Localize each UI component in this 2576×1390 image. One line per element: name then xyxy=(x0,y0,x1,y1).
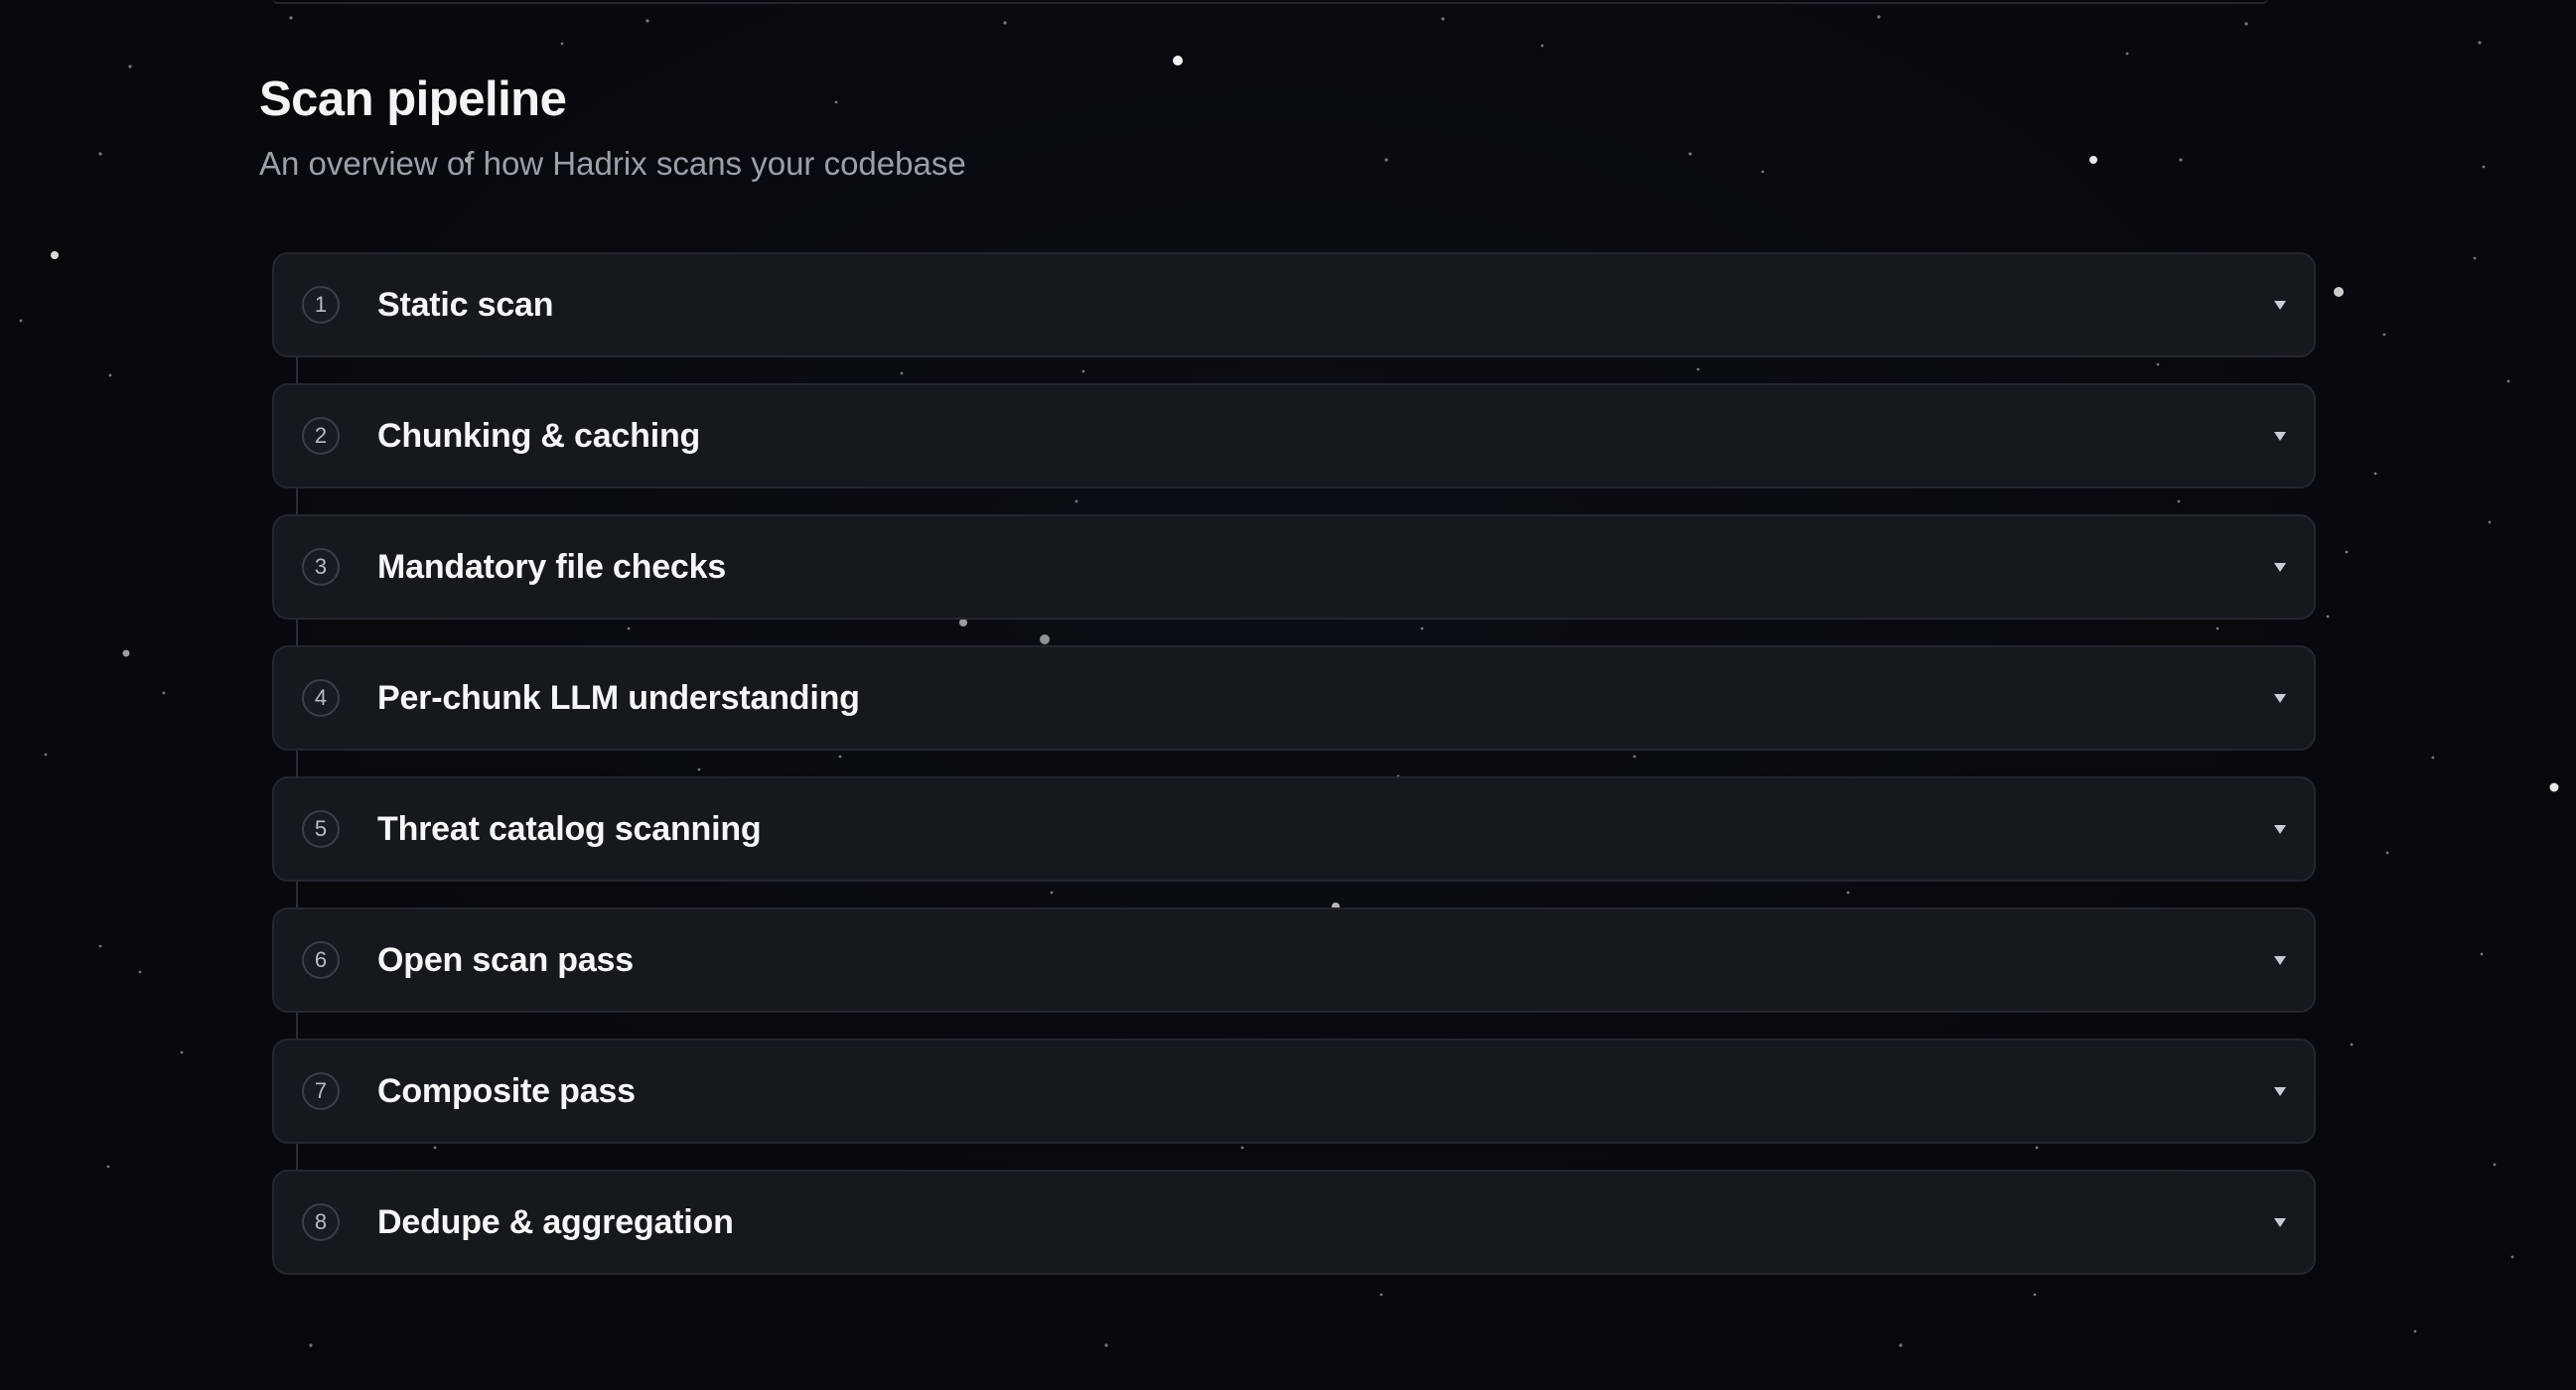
step-title: Threat catalog scanning xyxy=(377,809,762,848)
pipeline-step-dedupe-aggregation[interactable]: 8 Dedupe & aggregation xyxy=(272,1170,2316,1275)
step-number-badge: 2 xyxy=(302,417,340,455)
step-number-badge: 7 xyxy=(302,1072,340,1110)
pipeline-step-per-chunk-llm[interactable]: 4 Per-chunk LLM understanding xyxy=(272,645,2316,751)
chevron-down-icon[interactable] xyxy=(2274,1217,2286,1227)
page-title: Scan pipeline xyxy=(259,72,567,126)
pipeline-step-open-scan-pass[interactable]: 6 Open scan pass xyxy=(272,907,2316,1013)
pipeline-step-mandatory-file-checks[interactable]: 3 Mandatory file checks xyxy=(272,514,2316,620)
pipeline-step-chunking-caching[interactable]: 2 Chunking & caching xyxy=(272,383,2316,488)
page-header: Scan pipeline An overview of how Hadrix … xyxy=(259,70,966,185)
pipeline-step-composite-pass[interactable]: 7 Composite pass xyxy=(272,1039,2316,1144)
chevron-down-icon[interactable] xyxy=(2274,1086,2286,1096)
step-number-badge: 5 xyxy=(302,810,340,848)
top-divider xyxy=(272,0,2268,4)
step-number-badge: 1 xyxy=(302,286,340,324)
step-number-badge: 6 xyxy=(302,941,340,979)
chevron-down-icon[interactable] xyxy=(2274,300,2286,310)
step-title: Mandatory file checks xyxy=(377,547,727,586)
page-subtitle: An overview of how Hadrix scans your cod… xyxy=(259,145,966,182)
pipeline-step-threat-catalog[interactable]: 5 Threat catalog scanning xyxy=(272,776,2316,882)
page: Scan pipeline An overview of how Hadrix … xyxy=(0,0,2576,1390)
pipeline-steps-list: 1 Static scan 2 Chunking & caching 3 Man… xyxy=(272,252,2316,1301)
step-title: Open scan pass xyxy=(377,940,634,979)
step-number-badge: 8 xyxy=(302,1203,340,1241)
chevron-down-icon[interactable] xyxy=(2274,431,2286,441)
chevron-down-icon[interactable] xyxy=(2274,955,2286,965)
chevron-down-icon[interactable] xyxy=(2274,824,2286,834)
step-title: Static scan xyxy=(377,285,554,324)
step-title: Chunking & caching xyxy=(377,416,701,455)
step-title: Dedupe & aggregation xyxy=(377,1202,734,1241)
chevron-down-icon[interactable] xyxy=(2274,562,2286,572)
step-title: Per-chunk LLM understanding xyxy=(377,678,860,717)
chevron-down-icon[interactable] xyxy=(2274,693,2286,703)
step-number-badge: 4 xyxy=(302,679,340,717)
step-title: Composite pass xyxy=(377,1071,636,1110)
step-number-badge: 3 xyxy=(302,548,340,586)
pipeline-step-static-scan[interactable]: 1 Static scan xyxy=(272,252,2316,357)
